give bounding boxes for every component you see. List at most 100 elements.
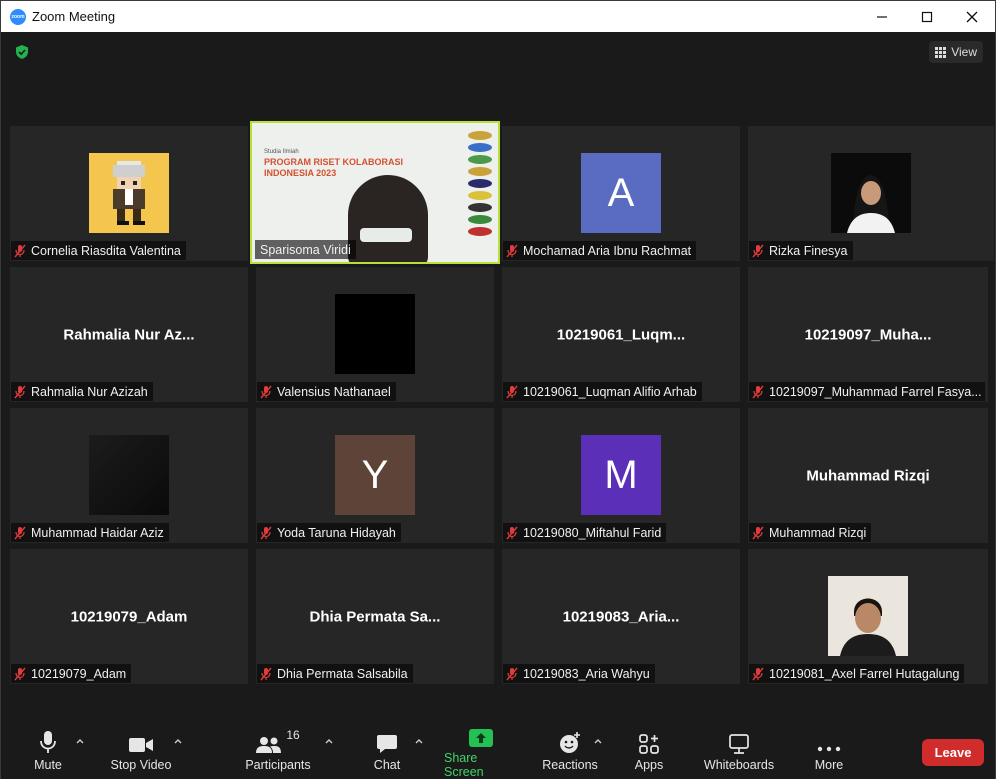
participant-tile[interactable]: M 10219080_Miftahul Farid xyxy=(502,408,740,543)
participants-label: Participants xyxy=(245,758,311,772)
participant-tile[interactable]: 10219083_Aria... 10219083_Aria Wahyu xyxy=(502,549,740,684)
participant-tile[interactable]: A Mochamad Aria Ibnu Rachmat xyxy=(502,126,740,261)
participant-tile[interactable]: 10219061_Luqm... 10219061_Luqman Alifio … xyxy=(502,267,740,402)
microphone-icon xyxy=(39,724,57,754)
mic-muted-icon xyxy=(506,526,518,539)
more-label: More xyxy=(814,758,844,772)
participant-tile[interactable]: Rizka Finesya xyxy=(748,126,994,261)
participant-tile[interactable]: Dhia Permata Sa... Dhia Permata Salsabil… xyxy=(256,549,494,684)
mute-label: Mute xyxy=(34,758,62,772)
pixel-art-avatar xyxy=(89,153,169,233)
zoom-logo-text: zoom xyxy=(11,13,25,20)
slide-subtitle: INDONESIA 2023 xyxy=(264,168,337,178)
participant-tile[interactable]: Y Yoda Taruna Hidayah xyxy=(256,408,494,543)
apps-grid-icon xyxy=(639,724,659,754)
participant-display-name: 10219079_Adam xyxy=(70,608,188,625)
mic-muted-icon xyxy=(752,244,764,257)
participant-tile[interactable]: 10219079_Adam 10219079_Adam xyxy=(10,549,248,684)
reactions-options-chevron-up-icon[interactable] xyxy=(593,736,603,746)
apps-button[interactable]: Apps xyxy=(633,724,665,779)
meeting-header: View xyxy=(1,32,995,72)
participant-display-name: 10219083_Aria... xyxy=(562,608,680,625)
participant-name: Sparisoma Viridi xyxy=(260,242,351,257)
whiteboards-button[interactable]: Whiteboards xyxy=(701,724,777,779)
maximize-icon xyxy=(921,11,933,22)
participant-name-tag: Dhia Permata Salsabila xyxy=(257,664,413,683)
participant-name: 10219097_Muhammad Farrel Fasya... xyxy=(769,384,982,399)
participants-options-chevron-up-icon[interactable] xyxy=(324,736,334,746)
participant-name-tag: Muhammad Rizqi xyxy=(749,523,872,542)
video-options-chevron-up-icon[interactable] xyxy=(173,736,183,746)
close-window-button[interactable] xyxy=(949,1,995,32)
chat-label: Chat xyxy=(373,758,401,772)
reactions-label: Reactions xyxy=(542,758,598,772)
zoom-window: zoom Zoom Meeting View Cornelia Riasdita… xyxy=(0,0,996,779)
participant-tile[interactable]: Muhammad Rizqi Muhammad Rizqi xyxy=(748,408,988,543)
participant-name: Yoda Taruna Hidayah xyxy=(277,525,396,540)
participants-button[interactable]: 16 Participants xyxy=(244,724,312,779)
title-bar: zoom Zoom Meeting xyxy=(1,1,995,32)
participant-name-tag: 10219097_Muhammad Farrel Fasya... xyxy=(749,382,985,401)
mic-muted-icon xyxy=(14,667,26,680)
participant-name: Rahmalia Nur Azizah xyxy=(31,384,148,399)
close-icon xyxy=(966,11,978,22)
participant-tile[interactable]: Valensius Nathanael xyxy=(256,267,494,402)
audio-options-chevron-up-icon[interactable] xyxy=(75,736,85,746)
more-button[interactable]: More xyxy=(812,724,846,779)
zoom-logo-icon: zoom xyxy=(10,8,26,25)
participant-name: Mochamad Aria Ibnu Rachmat xyxy=(523,243,692,258)
chat-options-chevron-up-icon[interactable] xyxy=(414,736,424,746)
participant-name-tag: 10219080_Miftahul Farid xyxy=(503,523,667,542)
letter-avatar: M xyxy=(581,435,661,515)
mic-muted-icon xyxy=(506,244,518,257)
participant-name-tag: Rizka Finesya xyxy=(749,241,853,260)
share-screen-button[interactable]: Share Screen xyxy=(444,724,518,779)
participant-tile[interactable]: Cornelia Riasdita Valentina xyxy=(10,126,248,261)
mic-muted-icon xyxy=(506,667,518,680)
participant-name-tag: 10219061_Luqman Alifio Arhab xyxy=(503,382,702,401)
participant-name: Cornelia Riasdita Valentina xyxy=(31,243,181,258)
participant-name: Muhammad Haidar Aziz xyxy=(31,525,164,540)
participant-tile[interactable]: Rahmalia Nur Az... Rahmalia Nur Azizah xyxy=(10,267,248,402)
minimize-button[interactable] xyxy=(859,1,905,32)
participant-name: 10219081_Axel Farrel Hutagalung xyxy=(769,666,960,681)
reactions-button[interactable]: Reactions xyxy=(542,724,598,779)
participant-name-tag: 10219083_Aria Wahyu xyxy=(503,664,655,683)
chat-bubble-icon xyxy=(376,724,398,754)
participant-display-name: Dhia Permata Sa... xyxy=(309,608,441,625)
window-title: Zoom Meeting xyxy=(32,9,116,24)
participant-tile[interactable]: 10219097_Muha... 10219097_Muhammad Farre… xyxy=(748,267,988,402)
encryption-shield-icon[interactable] xyxy=(14,44,30,60)
mute-button[interactable]: Mute xyxy=(28,724,68,779)
maximize-button[interactable] xyxy=(904,1,950,32)
view-button[interactable]: View xyxy=(929,41,983,63)
meeting-controls-toolbar: Mute Stop Video 16 Participants Chat Sha… xyxy=(1,724,995,779)
chat-button[interactable]: Chat xyxy=(372,724,402,779)
mic-muted-icon xyxy=(752,385,764,398)
participant-name: 10219080_Miftahul Farid xyxy=(523,525,662,540)
slide-logos xyxy=(468,131,492,241)
slide-text-small: Studia Ilmiah xyxy=(264,149,299,155)
participant-display-name: Rahmalia Nur Az... xyxy=(63,326,195,343)
letter-avatar: A xyxy=(581,153,661,233)
whiteboards-label: Whiteboards xyxy=(703,758,775,772)
mic-muted-icon xyxy=(14,385,26,398)
participant-name-tag: Valensius Nathanael xyxy=(257,382,396,401)
participant-name-tag: Rahmalia Nur Azizah xyxy=(11,382,153,401)
participant-tile-active-speaker[interactable]: Studia Ilmiah PROGRAM RISET KOLABORASI I… xyxy=(250,121,500,264)
participant-name: Muhammad Rizqi xyxy=(769,525,867,540)
share-screen-arrow-icon xyxy=(469,724,493,747)
participant-name-tag: Cornelia Riasdita Valentina xyxy=(11,241,186,260)
leave-meeting-button[interactable]: Leave xyxy=(922,739,984,766)
participant-name: 10219079_Adam xyxy=(31,666,127,681)
mic-muted-icon xyxy=(260,667,272,680)
view-label: View xyxy=(951,45,977,59)
stop-video-button[interactable]: Stop Video xyxy=(109,724,173,779)
participant-tile[interactable]: Muhammad Haidar Aziz xyxy=(10,408,248,543)
mic-muted-icon xyxy=(752,667,764,680)
participant-display-name: 10219097_Muha... xyxy=(804,326,932,343)
stop-video-label: Stop Video xyxy=(110,758,172,772)
participant-tile[interactable]: 10219081_Axel Farrel Hutagalung xyxy=(748,549,988,684)
participant-name-tag: Muhammad Haidar Aziz xyxy=(11,523,169,542)
video-camera-icon xyxy=(128,724,154,754)
